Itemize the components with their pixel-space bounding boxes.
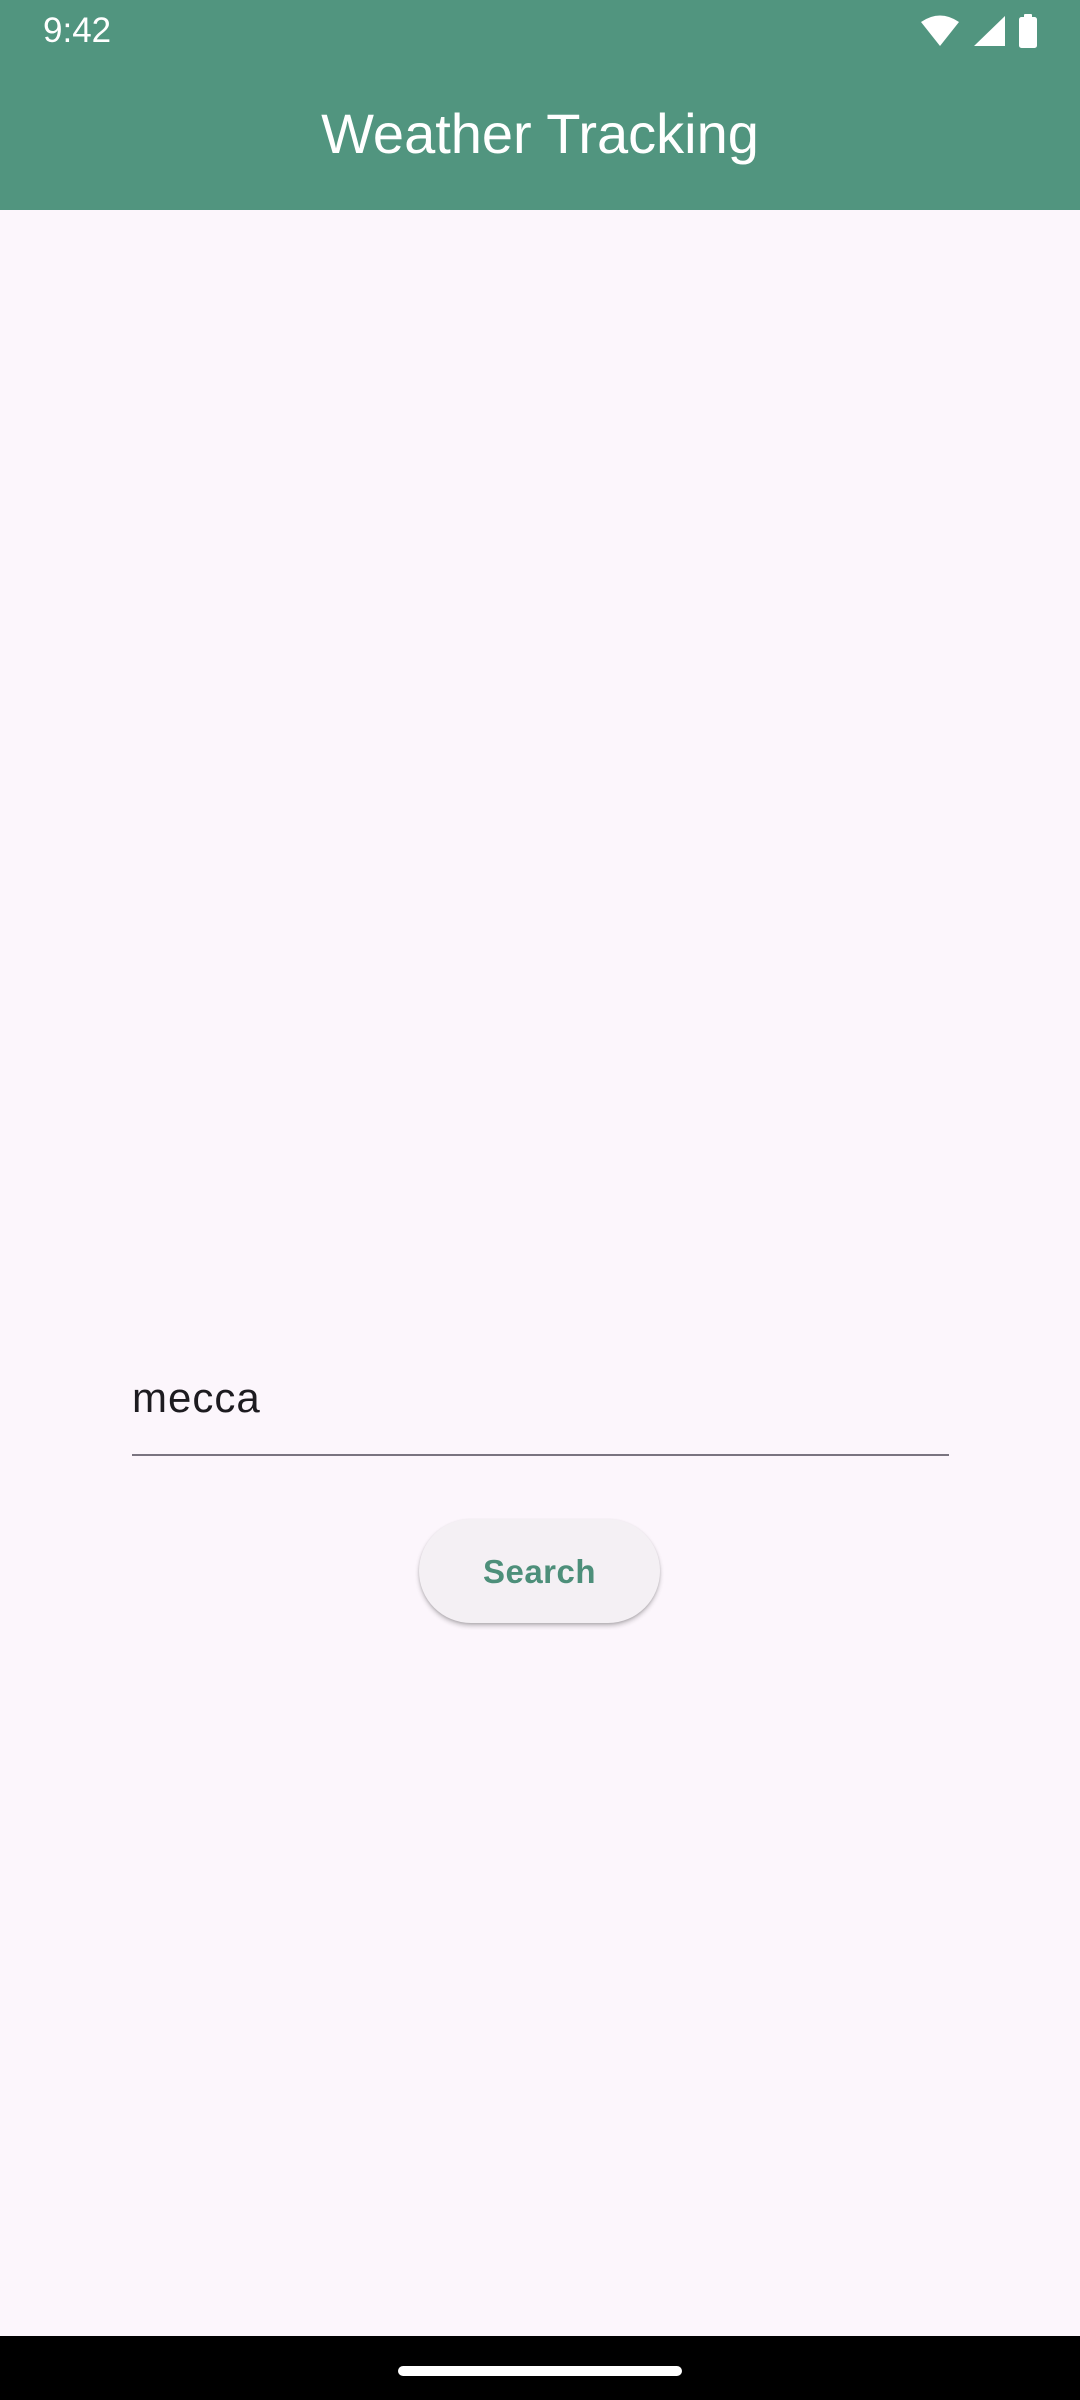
city-field[interactable]	[132, 1340, 949, 1456]
city-input[interactable]	[132, 1368, 949, 1428]
app-bar: 9:42 Weather Tracking	[0, 0, 1080, 210]
main-content: Search	[0, 210, 1080, 2336]
status-time: 9:42	[43, 11, 112, 50]
status-bar: 9:42	[0, 0, 1080, 62]
page-title: Weather Tracking	[321, 102, 759, 165]
cellular-signal-icon	[972, 15, 1006, 47]
status-icons	[920, 14, 1038, 48]
battery-icon	[1018, 14, 1038, 48]
search-button[interactable]: Search	[419, 1519, 660, 1623]
home-gesture-handle[interactable]	[398, 2366, 682, 2376]
wifi-icon	[920, 15, 960, 47]
system-navigation-bar	[0, 2336, 1080, 2400]
